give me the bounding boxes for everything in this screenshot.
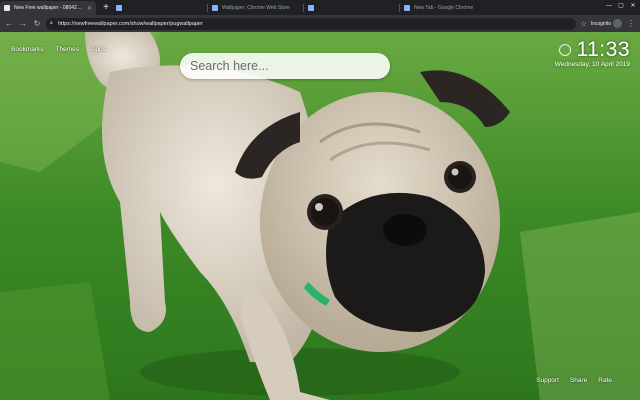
browser-toolbar: ← → ↻ 🔒︎ https://newfreewallpaper.com/sh… bbox=[0, 15, 640, 32]
tab-favicon-icon bbox=[116, 5, 122, 11]
clock-time: 11:33 bbox=[576, 38, 630, 61]
back-arrow-icon[interactable]: ← bbox=[4, 19, 14, 29]
tab-favicon-icon bbox=[4, 5, 10, 11]
close-window-button[interactable]: ✕ bbox=[628, 3, 638, 10]
tab-label: New Free wallpaper - 08042019 bbox=[14, 5, 83, 11]
incognito-indicator[interactable]: Incognito bbox=[591, 19, 622, 28]
minimize-button[interactable]: — bbox=[604, 3, 614, 10]
tab-strip: New Free wallpaper - 08042019 ✕ + Wallpa… bbox=[0, 0, 640, 15]
bookmarks-link[interactable]: Bookmarks bbox=[11, 46, 44, 53]
reload-icon[interactable]: ↻ bbox=[32, 19, 42, 29]
apps-link[interactable]: Apps bbox=[91, 46, 106, 53]
tab-favicon-icon bbox=[308, 5, 314, 11]
support-link[interactable]: Support bbox=[536, 377, 559, 384]
address-bar[interactable]: 🔒︎ https://newfreewallpaper.com/show/wal… bbox=[46, 17, 577, 30]
lock-icon: 🔒︎ bbox=[50, 20, 53, 26]
new-tab-page: Bookmarks Themes Apps 11:33 Wednesday, 1… bbox=[0, 32, 640, 400]
tab-background-4[interactable]: New Tab - Google Chrome bbox=[400, 1, 510, 15]
top-links: Bookmarks Themes Apps bbox=[11, 46, 106, 53]
tab-new-free-wallpaper[interactable]: New Free wallpaper - 08042019 ✕ bbox=[0, 1, 96, 15]
share-link[interactable]: Share bbox=[570, 377, 587, 384]
tab-background-2[interactable]: Wallpaper: Chrome Web Store bbox=[208, 1, 304, 15]
themes-link[interactable]: Themes bbox=[56, 46, 79, 53]
bottom-links: Support Share Rate bbox=[536, 377, 612, 384]
pug-wallpaper-image bbox=[0, 32, 640, 400]
search-input[interactable] bbox=[180, 53, 390, 79]
clock-date: Wednesday, 10 April 2019 bbox=[554, 61, 630, 68]
weather-icon[interactable] bbox=[558, 44, 571, 56]
forward-arrow-icon[interactable]: → bbox=[18, 19, 28, 29]
tab-label: Wallpaper: Chrome Web Store bbox=[222, 5, 290, 11]
search-box bbox=[180, 53, 390, 79]
tab-background-3[interactable] bbox=[304, 1, 400, 15]
star-icon[interactable]: ☆ bbox=[580, 20, 586, 28]
rate-link[interactable]: Rate bbox=[598, 377, 612, 384]
new-tab-button[interactable]: + bbox=[100, 2, 112, 14]
incognito-label: Incognito bbox=[590, 20, 611, 27]
menu-icon[interactable]: ⋮ bbox=[626, 19, 636, 29]
tab-label: New Tab - Google Chrome bbox=[414, 5, 474, 11]
clock-widget: 11:33 Wednesday, 10 April 2019 bbox=[555, 38, 630, 68]
url-text: https://newfreewallpaper.com/show/wallpa… bbox=[58, 20, 203, 27]
maximize-button[interactable]: ▢ bbox=[616, 3, 626, 10]
tab-close-icon[interactable]: ✕ bbox=[87, 5, 92, 12]
tab-favicon-icon bbox=[404, 5, 410, 11]
tab-favicon-icon bbox=[212, 5, 218, 11]
incognito-icon bbox=[613, 19, 622, 28]
window-controls: — ▢ ✕ bbox=[604, 3, 640, 12]
tab-background-1[interactable] bbox=[112, 1, 208, 15]
